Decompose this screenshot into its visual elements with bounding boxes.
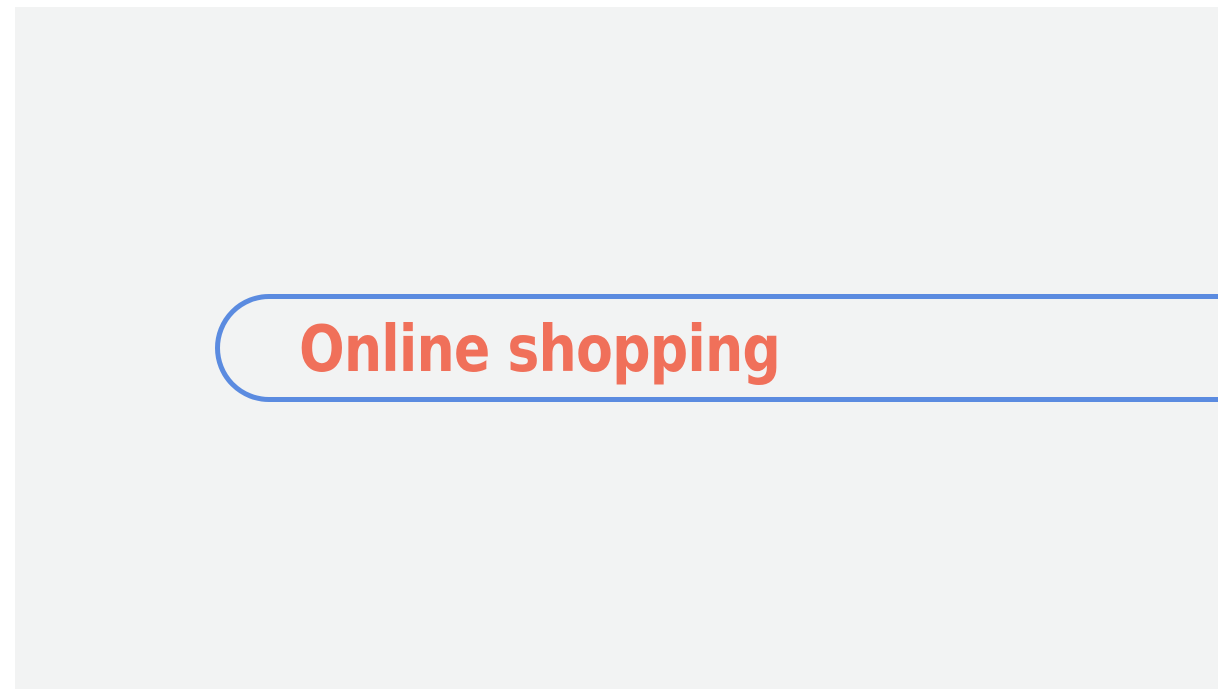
screen-canvas: Online shopping [15, 7, 1218, 689]
search-query-text: Online shopping [299, 313, 781, 387]
